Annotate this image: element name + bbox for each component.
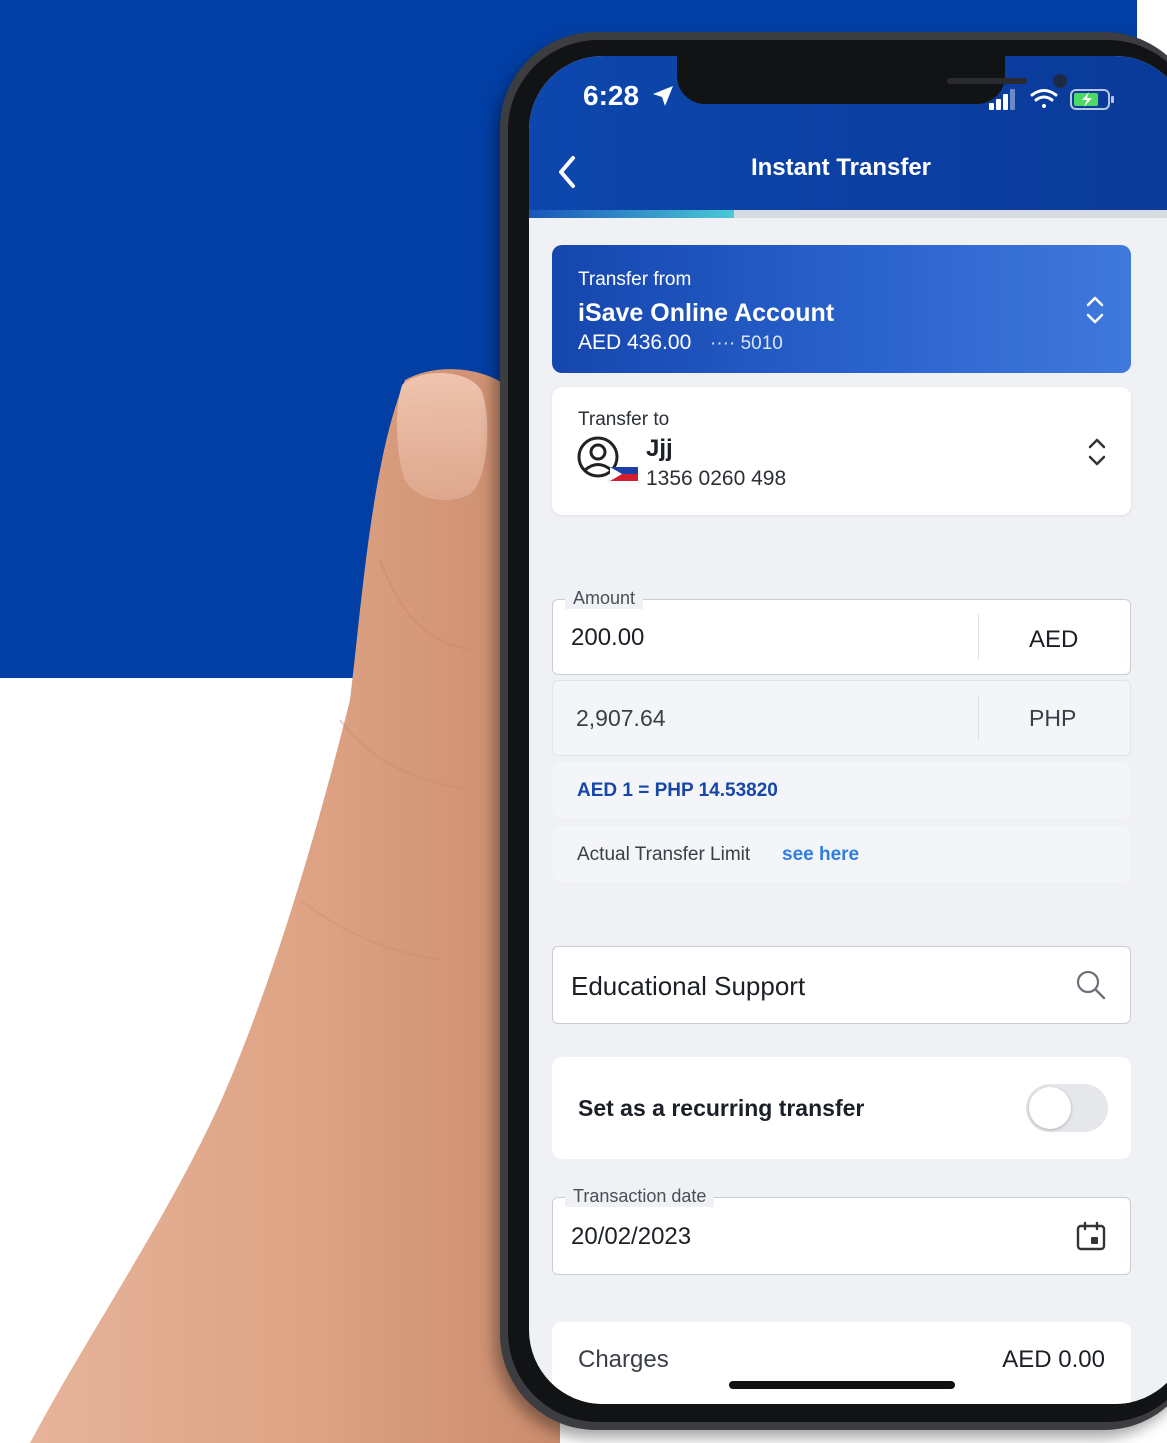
converted-amount-value: 2,907.64: [576, 705, 666, 731]
exchange-rate-row: AED 1 = PHP 14.53820: [552, 762, 1131, 818]
converted-amount-field: 2,907.64 PHP: [552, 680, 1131, 756]
purpose-input[interactable]: Educational Support: [571, 971, 805, 1002]
recurring-toggle[interactable]: [1026, 1084, 1108, 1132]
account-balance: AED 436.00: [578, 331, 692, 354]
transfer-limit-row: Actual Transfer Limit see here: [552, 826, 1131, 882]
battery-icon: [1070, 89, 1114, 110]
field-divider: [978, 614, 979, 660]
transaction-date-field[interactable]: Transaction date 20/02/2023: [552, 1186, 1131, 1275]
transfer-to-label: Transfer to: [578, 409, 670, 430]
charges-row: Charges AED 0.00: [552, 1322, 1131, 1404]
see-limit-link[interactable]: see here: [782, 844, 859, 866]
amount-label: Amount: [565, 588, 644, 609]
speaker-grille: [947, 78, 1027, 84]
converted-currency: PHP: [1029, 705, 1077, 731]
wifi-icon: [1030, 89, 1058, 108]
toggle-knob: [1029, 1087, 1071, 1129]
location-arrow-icon: [653, 86, 673, 106]
amount-field[interactable]: Amount 200.00 AED: [552, 588, 1131, 675]
status-time: 6:28: [583, 80, 640, 111]
recipient-account-number: 1356 0260 498: [646, 467, 787, 490]
recurring-transfer-row: Set as a recurring transfer: [552, 1057, 1131, 1159]
recipient-name: Jjj: [646, 435, 673, 462]
signal-icon: [989, 89, 1015, 110]
transaction-date-label: Transaction date: [565, 1186, 715, 1207]
search-icon[interactable]: [1075, 969, 1107, 1001]
transfer-to-card[interactable]: Transfer to Jjj 1356 0260 498: [552, 387, 1131, 515]
phone-notch: [677, 56, 1067, 104]
transfer-from-card[interactable]: Transfer from iSave Online Account AED 4…: [552, 245, 1131, 373]
transaction-date-value[interactable]: 20/02/2023: [571, 1223, 691, 1251]
app-screen: 6:28 Instant Transfer Transfer from iSav: [529, 56, 1167, 1404]
charges-value: AED 0.00: [1002, 1346, 1105, 1373]
field-divider: [978, 695, 979, 741]
amount-input[interactable]: 200.00: [571, 624, 644, 652]
progress-fill: [529, 210, 734, 218]
purpose-search-field[interactable]: Educational Support: [552, 946, 1131, 1024]
exchange-rate: AED 1 = PHP 14.53820: [577, 780, 778, 801]
back-button[interactable]: [551, 152, 587, 192]
status-icons: [989, 89, 1114, 110]
transfer-limit-text: Actual Transfer Limit: [577, 844, 751, 865]
philippines-flag-icon: [610, 467, 638, 481]
chevron-up-down-icon: [1088, 438, 1106, 466]
home-indicator[interactable]: [729, 1381, 955, 1389]
recipient-avatar-icon: [577, 436, 638, 481]
calendar-icon[interactable]: [1075, 1220, 1107, 1252]
recurring-label: Set as a recurring transfer: [578, 1095, 865, 1121]
charges-label: Charges: [578, 1346, 669, 1373]
amount-currency[interactable]: AED: [1029, 626, 1078, 654]
account-name: iSave Online Account: [578, 299, 835, 327]
transfer-from-label: Transfer from: [578, 269, 692, 290]
chevron-up-down-icon: [1086, 296, 1104, 324]
account-masked-digits: ···· 5010: [710, 333, 783, 354]
page-title: Instant Transfer: [750, 154, 932, 181]
